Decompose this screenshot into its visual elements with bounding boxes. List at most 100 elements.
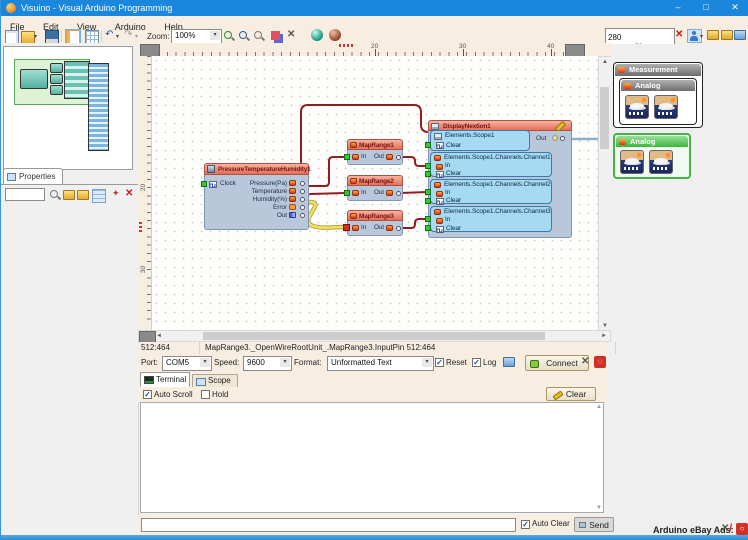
out-pin[interactable] (300, 213, 305, 218)
log-folder-icon[interactable] (503, 357, 515, 367)
tab-terminal[interactable]: Terminal (140, 372, 190, 387)
clock-pin[interactable] (201, 181, 207, 187)
channel1-clear-pin[interactable] (425, 171, 431, 177)
error-pin[interactable] (300, 205, 305, 210)
save-project-icon[interactable] (45, 30, 59, 44)
scroll-up-icon[interactable]: ▲ (596, 404, 602, 410)
terminal-output[interactable]: ▲ ▼ (140, 402, 604, 513)
element-channel3[interactable]: Elements.Scope1.Channels.Channel3 In Cle… (430, 206, 552, 233)
category-view-icon[interactable] (92, 189, 106, 203)
log-checkbox[interactable]: ✓ (472, 358, 481, 367)
disconnect-icon[interactable]: ◌ (594, 356, 606, 368)
collapse-categories-icon[interactable] (707, 30, 719, 40)
expand-categories-icon[interactable] (721, 30, 733, 40)
canvas-vscrollbar[interactable]: ▲ ▼ (598, 56, 612, 332)
zoom-out-icon[interactable] (253, 30, 265, 42)
canvas-hscrollbar[interactable]: ◄ ► (138, 330, 611, 343)
clear-button[interactable]: Clear (546, 387, 596, 401)
palette-group-analog-selected[interactable]: Analog (613, 133, 691, 179)
help-sphere-icon[interactable] (311, 29, 323, 41)
expand-all-icon[interactable] (77, 190, 89, 200)
format-select[interactable]: Unformatted Text ▾ (327, 356, 434, 371)
channel3-clear-pin[interactable] (425, 225, 431, 231)
maprange3-in-pin-highlighted[interactable] (343, 224, 350, 231)
display-out-pin[interactable] (560, 136, 565, 141)
analog-subgroup-header[interactable]: Analog (621, 80, 695, 91)
hold-checkbox[interactable] (201, 390, 210, 399)
sensor-component-tile[interactable] (649, 150, 673, 174)
collapse-all-icon[interactable] (63, 190, 75, 200)
speed-select[interactable]: 9600 ▾ (243, 356, 292, 371)
element-scope[interactable]: Elements.Scope1 Clear (430, 130, 530, 151)
send-input[interactable] (141, 518, 516, 532)
minimize-icon[interactable]: – (665, 0, 691, 16)
maprange2-in-pin[interactable] (344, 190, 350, 196)
open-dropdown-icon[interactable]: ▾ (34, 31, 37, 43)
reset-properties-icon[interactable]: ✕ (125, 188, 133, 200)
sensor-component-tile[interactable] (654, 95, 678, 119)
ads-settings-icon[interactable]: ✕/ (721, 523, 732, 534)
channel1-in-pin[interactable] (425, 163, 431, 169)
sensor-component-tile[interactable] (620, 150, 644, 174)
port-select[interactable]: COM5 ▾ (162, 356, 212, 371)
temperature-pin[interactable] (300, 189, 305, 194)
sensor-component-tile[interactable] (625, 95, 649, 119)
toggle-properties-panel-icon[interactable] (65, 29, 81, 45)
scroll-right-icon[interactable]: ► (601, 333, 607, 339)
block-maprange1[interactable]: MapRange1 In Out (344, 139, 403, 165)
tab-scope[interactable]: Scope (192, 374, 238, 387)
zoom-in-icon[interactable] (223, 30, 235, 42)
block-maprange3[interactable]: MapRange3 In Out (343, 210, 403, 236)
properties-filter-input[interactable] (5, 188, 45, 201)
search-icon[interactable] (49, 189, 61, 201)
selected-group-header[interactable]: Analog (616, 136, 688, 147)
measurement-group-header[interactable]: Measurement (615, 64, 701, 76)
element-channel2[interactable]: Elements.Scope1.Channels.Channel2 In Cle… (430, 179, 552, 205)
new-project-icon[interactable] (5, 30, 19, 44)
redo-dropdown-icon[interactable]: ▾ (135, 31, 138, 43)
pressure-pin[interactable] (300, 181, 305, 186)
channel3-in-pin[interactable] (425, 216, 431, 222)
arrange-categories-icon[interactable] (734, 30, 746, 40)
user-level-dropdown-icon[interactable]: ▾ (700, 31, 703, 43)
block-sensor[interactable]: PressureTemperatureHumidity1 Clock Press… (201, 163, 311, 230)
scroll-left-icon[interactable]: ◄ (156, 333, 162, 339)
connect-button[interactable]: Connect (525, 355, 589, 371)
block-maprange2[interactable]: MapRange2 In Out (344, 175, 403, 201)
channel2-clear-pin[interactable] (425, 198, 431, 204)
scroll-up-icon[interactable]: ▲ (599, 59, 611, 65)
reset-checkbox[interactable]: ✓ (435, 358, 444, 367)
maprange3-out-pin[interactable] (396, 226, 401, 231)
channel2-in-pin[interactable] (425, 189, 431, 195)
redo-icon[interactable]: ↷ (124, 29, 132, 41)
scroll-down-icon[interactable]: ▼ (596, 505, 602, 511)
maprange1-out-pin[interactable] (396, 155, 401, 160)
block-displaynextion[interactable]: DisplayNextion1 Out Elements.Scope1 Clea… (425, 120, 572, 238)
close-icon[interactable]: ✕ (721, 0, 748, 16)
diagram-minimap[interactable] (3, 46, 133, 170)
auto-scroll-checkbox[interactable]: ✓ (143, 390, 152, 399)
send-button[interactable]: Send (574, 517, 614, 532)
palette-group-measurement[interactable]: Measurement Analog (613, 62, 703, 128)
palette-subgroup-analog[interactable]: Analog (619, 78, 697, 125)
scope-clear-pin[interactable] (425, 142, 431, 148)
pin-tool-icon[interactable]: ✦ (112, 188, 120, 199)
delete-selected-icon[interactable]: ✕ (287, 29, 295, 41)
undo-icon[interactable]: ↶ (105, 29, 113, 41)
toggle-grid-icon[interactable] (85, 30, 99, 44)
hscroll-thumb[interactable] (203, 332, 545, 340)
vscroll-thumb[interactable] (600, 87, 609, 149)
scroll-down-icon[interactable]: ▼ (599, 323, 611, 329)
auto-clear-checkbox[interactable]: ✓ (521, 520, 530, 529)
zoom-select[interactable]: 100% ▾ (171, 29, 222, 44)
tools-icon[interactable]: ✕ (581, 356, 589, 367)
element-channel1[interactable]: Elements.Scope1.Channels.Channel1 In Cle… (430, 152, 552, 178)
maprange1-in-pin[interactable] (344, 154, 350, 160)
humidity-pin[interactable] (300, 197, 305, 202)
ads-stop-icon[interactable]: ○ (736, 523, 748, 535)
tab-properties[interactable]: Properties (3, 168, 63, 185)
maximize-icon[interactable]: □ (693, 0, 719, 16)
clear-filter-icon[interactable]: ✕ (675, 29, 683, 41)
web-sphere-icon[interactable] (329, 29, 341, 41)
zoom-reset-icon[interactable] (238, 30, 250, 42)
